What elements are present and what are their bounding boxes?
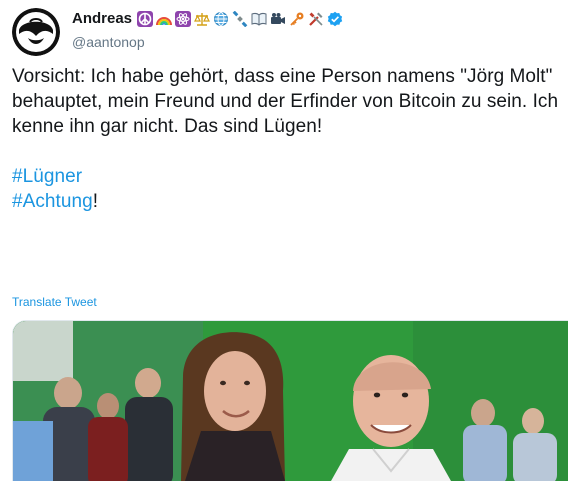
- verified-badge-icon: [327, 11, 343, 26]
- tweet-paragraph: Vorsicht: Ich habe gehört, dass eine Per…: [12, 66, 559, 137]
- tweet-photo[interactable]: [12, 320, 568, 481]
- hashtag-link[interactable]: #Lügner: [12, 166, 82, 187]
- scales-icon: [194, 12, 211, 26]
- hashtags: #Lügner #Achtung!: [12, 164, 560, 214]
- name-emojis: [137, 10, 343, 27]
- hashtag-link[interactable]: #Achtung: [12, 191, 93, 212]
- hashtag-suffix: !: [92, 191, 99, 212]
- satellite-icon: [232, 10, 248, 27]
- author-handle[interactable]: @aantonop: [72, 34, 145, 50]
- tools-icon: [309, 12, 323, 26]
- tweet-header: Andreas @aantonop: [12, 8, 560, 56]
- name-row: Andreas: [72, 10, 343, 27]
- avatar[interactable]: [12, 8, 60, 56]
- translate-tweet-link[interactable]: Translate Tweet: [12, 295, 97, 309]
- film-camera-icon: [271, 12, 286, 24]
- book-icon: [251, 12, 267, 26]
- key-icon: [290, 12, 304, 26]
- author-name[interactable]: Andreas: [72, 10, 132, 27]
- peace-icon: [137, 10, 154, 27]
- photo-image: [13, 321, 568, 481]
- tweet-text: Vorsicht: Ich habe gehört, dass eine Per…: [12, 64, 560, 214]
- rainbow-icon: [156, 16, 173, 25]
- atom-icon: [175, 10, 192, 27]
- globe-icon: [214, 11, 229, 26]
